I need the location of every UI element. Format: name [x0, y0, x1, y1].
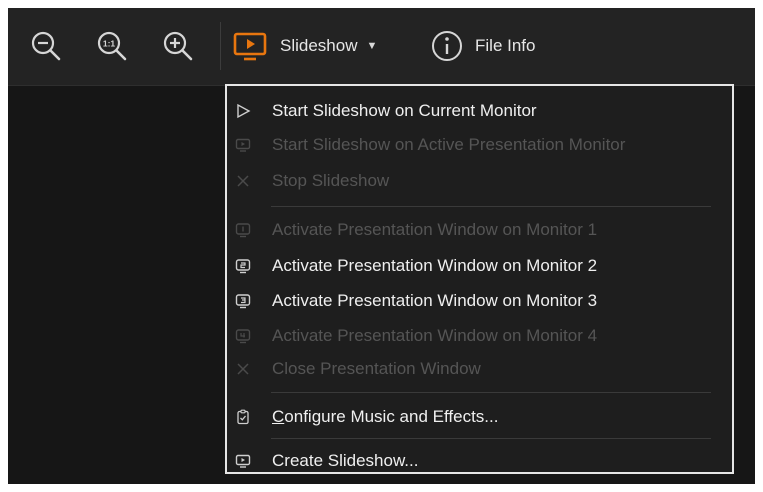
chevron-down-icon: ▼	[366, 40, 378, 52]
monitor-4-icon	[234, 327, 252, 345]
slideshow-icon	[233, 32, 267, 61]
zoom-in-icon	[163, 31, 193, 61]
menu-item-activate-monitor-4: Activate Presentation Window on Monitor …	[227, 320, 732, 352]
menu-item-label: Close Presentation Window	[272, 359, 481, 378]
monitor-1-icon	[234, 221, 252, 239]
menu-item-label: Activate Presentation Window on Monitor …	[272, 326, 598, 345]
menu-item-configure-music-effects[interactable]: Configure Music and Effects...	[227, 401, 732, 433]
accelerator-key: C	[272, 407, 285, 426]
monitor-play-icon	[234, 452, 252, 470]
menu-separator	[271, 206, 711, 207]
slideshow-dropdown-button[interactable]: Slideshow ▼	[232, 24, 377, 68]
menu-item-label: Activate Presentation Window on Monitor …	[272, 256, 598, 275]
menu-separator	[271, 392, 711, 393]
close-icon	[234, 360, 252, 378]
close-icon	[234, 172, 252, 190]
app-window: 1:1 Slideshow ▼ File Info Start Slidesho…	[8, 8, 755, 484]
menu-separator	[271, 438, 711, 439]
info-icon	[432, 31, 462, 61]
menu-item-label: Start Slideshow on Current Monitor	[272, 101, 537, 120]
monitor-2-icon	[234, 257, 252, 275]
monitor-3-icon	[234, 292, 252, 310]
menu-item-start-slideshow-current-monitor[interactable]: Start Slideshow on Current Monitor	[227, 95, 732, 127]
menu-item-close-presentation-window: Close Presentation Window	[227, 353, 732, 385]
menu-item-label: Create Slideshow...	[272, 451, 419, 470]
menu-item-stop-slideshow: Stop Slideshow	[227, 165, 732, 197]
file-info-button[interactable]: File Info	[430, 24, 535, 68]
slideshow-label: Slideshow	[280, 36, 358, 55]
toolbar: 1:1 Slideshow ▼ File Info	[8, 8, 755, 86]
menu-item-activate-monitor-2[interactable]: Activate Presentation Window on Monitor …	[227, 250, 732, 282]
monitor-play-icon	[234, 136, 252, 154]
menu-item-label: Activate Presentation Window on Monitor …	[272, 220, 598, 239]
svg-text:1:1: 1:1	[103, 39, 116, 49]
clipboard-check-icon	[234, 408, 252, 426]
zoom-out-button[interactable]	[24, 24, 68, 68]
slideshow-dropdown-menu: Start Slideshow on Current Monitor Start…	[225, 84, 734, 474]
menu-item-label: Start Slideshow on Active Presentation M…	[272, 135, 626, 154]
menu-item-start-slideshow-active-monitor: Start Slideshow on Active Presentation M…	[227, 129, 732, 161]
toolbar-divider	[220, 22, 221, 70]
zoom-out-icon	[31, 31, 61, 61]
play-outline-icon	[234, 102, 252, 120]
zoom-actual-size-button[interactable]: 1:1	[90, 24, 134, 68]
menu-item-label: Configure Music and Effects...	[272, 407, 498, 427]
menu-item-label-rest: onfigure Music and Effects...	[284, 407, 499, 426]
zoom-in-button[interactable]	[156, 24, 200, 68]
menu-item-activate-monitor-3[interactable]: Activate Presentation Window on Monitor …	[227, 285, 732, 317]
menu-item-label: Stop Slideshow	[272, 171, 390, 190]
menu-item-activate-monitor-1: Activate Presentation Window on Monitor …	[227, 214, 732, 246]
file-info-label: File Info	[475, 36, 536, 55]
menu-item-label: Activate Presentation Window on Monitor …	[272, 291, 598, 310]
menu-item-create-slideshow[interactable]: Create Slideshow...	[227, 445, 732, 477]
zoom-actual-size-icon: 1:1	[97, 31, 127, 61]
